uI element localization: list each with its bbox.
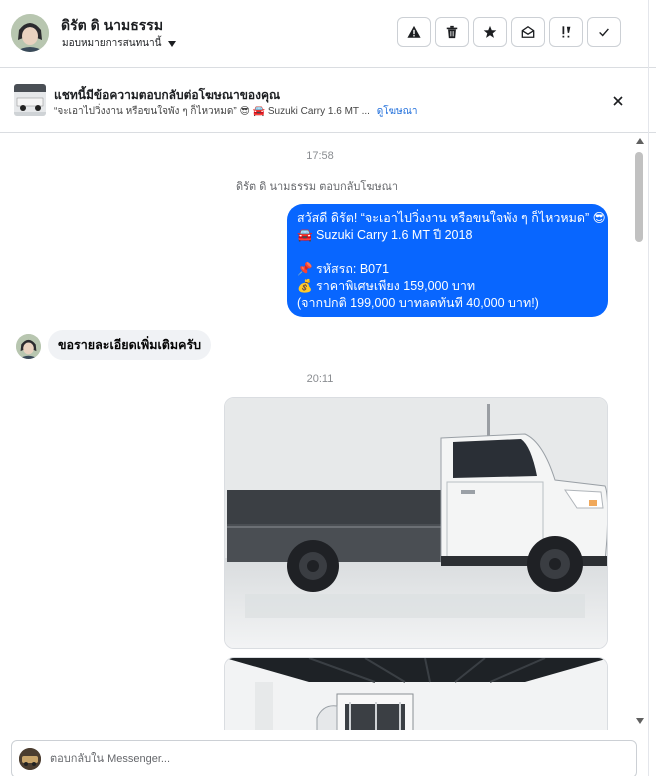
truck-side-photo	[225, 398, 607, 648]
delete-button[interactable]	[435, 17, 469, 47]
vehicle-photo[interactable]	[224, 657, 608, 730]
contact-avatar[interactable]	[11, 14, 49, 52]
scroll-down-arrow-icon[interactable]	[636, 718, 644, 724]
warning-icon	[407, 25, 421, 38]
follow-up-button[interactable]	[549, 17, 583, 47]
envelope-open-icon	[521, 25, 535, 38]
sender-avatar[interactable]	[16, 334, 41, 359]
vehicle-photo[interactable]	[224, 397, 608, 649]
trash-icon	[446, 25, 458, 39]
conversation-header: ดิรัต ดิ นามธรรม มอบหมายการสนทนานี้	[0, 0, 656, 68]
star-button[interactable]	[473, 17, 507, 47]
timestamp: 17:58	[306, 150, 334, 162]
ad-reply-banner: แชทนี้มีข้อความตอบกลับต่อโฆษณาของคุณ “จะ…	[0, 69, 656, 133]
mark-spam-button[interactable]	[397, 17, 431, 47]
banner-subtitle: “จะเอาไปวิ่งงาน หรือขนใจพัง ๆ ก็ไหวหมด” …	[54, 104, 418, 119]
check-icon	[599, 28, 609, 37]
page-avatar	[19, 748, 41, 770]
truck-rear-photo	[225, 658, 607, 730]
mark-unread-button[interactable]	[511, 17, 545, 47]
message-line: สวัสดี ดิรัต! “จะเอาไปวิ่งงาน หรือขนใจพั…	[297, 211, 606, 225]
assign-label: มอบหมายการสนทนานี้	[62, 38, 162, 49]
scroll-thumb[interactable]	[635, 152, 643, 242]
message-line: 📌 รหัสรถ: B071	[297, 262, 390, 276]
message-line	[297, 244, 598, 261]
message-line: 🚘 Suzuki Carry 1.6 MT ปี 2018	[297, 228, 473, 242]
ad-reply-note: ดิรัต ดิ นามธรรม ตอบกลับโฆษณา	[236, 181, 399, 193]
page-logo-image	[19, 748, 41, 770]
banner-title: แชทนี้มีข้อความตอบกลับต่อโฆษณาของคุณ	[54, 88, 281, 102]
star-icon	[483, 25, 497, 38]
close-banner-button[interactable]	[610, 93, 626, 109]
ad-thumbnail[interactable]	[14, 84, 46, 116]
reply-input[interactable]	[50, 750, 610, 768]
avatar-image	[11, 14, 49, 52]
action-toolbar	[397, 17, 621, 47]
timestamp: 20:11	[306, 373, 334, 385]
outgoing-message[interactable]: สวัสดี ดิรัต! “จะเอาไปวิ่งงาน หรือขนใจพั…	[287, 204, 608, 317]
assign-conversation-dropdown[interactable]: มอบหมายการสนทนานี้	[62, 36, 177, 51]
message-thread[interactable]: 17:58 ดิรัต ดิ นามธรรม ตอบกลับโฆษณา สวัส…	[0, 134, 632, 730]
message-composer	[11, 740, 637, 776]
follow-up-icon	[562, 26, 571, 38]
close-icon	[613, 96, 623, 106]
message-line: 💰 ราคาพิเศษเพียง 159,000 บาท	[297, 279, 476, 293]
contact-name[interactable]: ดิรัต ดิ นามธรรม	[61, 15, 163, 37]
truck-thumbnail-image	[14, 84, 46, 116]
caret-down-icon	[168, 40, 177, 47]
view-ad-link[interactable]: ดูโฆษณา	[377, 106, 418, 117]
panel-divider	[648, 0, 649, 776]
incoming-message[interactable]: ขอรายละเอียดเพิ่มเติมครับ	[48, 330, 212, 360]
avatar-image	[16, 334, 41, 359]
scroll-up-arrow-icon[interactable]	[636, 138, 644, 144]
thread-scrollbar[interactable]	[632, 134, 648, 730]
ad-caption: “จะเอาไปวิ่งงาน หรือขนใจพัง ๆ ก็ไหวหมด” …	[54, 106, 370, 117]
mark-done-button[interactable]	[587, 17, 621, 47]
message-line: (จากปกติ 199,000 บาทลดทันที 40,000 บาท!)	[297, 296, 539, 310]
